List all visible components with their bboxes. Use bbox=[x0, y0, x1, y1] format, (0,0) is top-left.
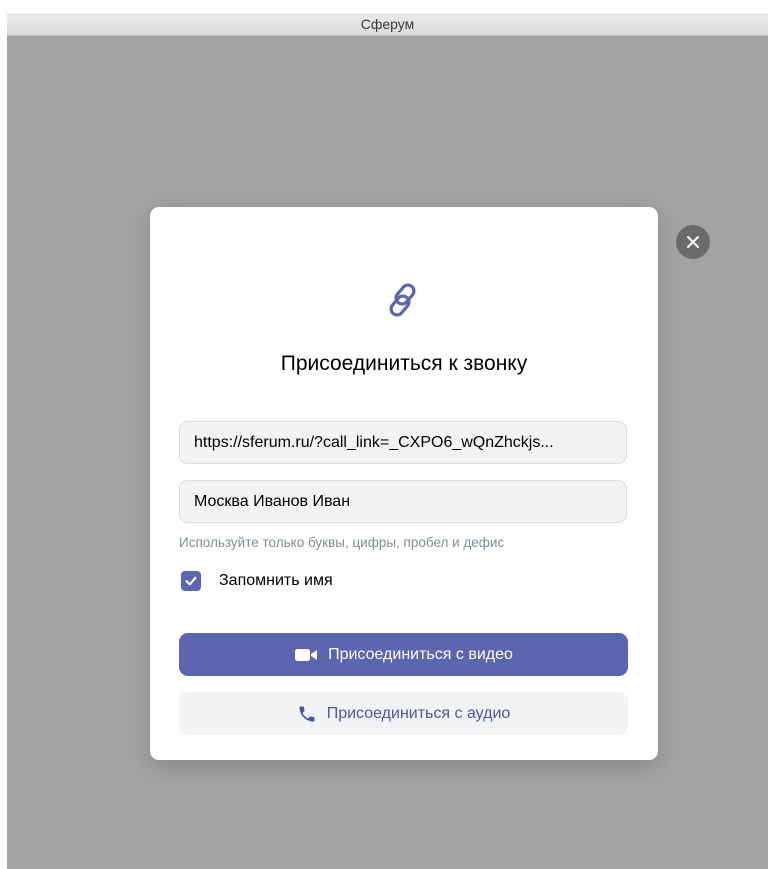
dialog-title: Присоединиться к звонку bbox=[280, 352, 528, 375]
remember-name-checkbox-row[interactable]: Запомнить имя bbox=[181, 571, 333, 591]
window-titlebar: Сферум bbox=[7, 13, 768, 36]
link-icon bbox=[389, 283, 416, 317]
remember-name-checkbox[interactable] bbox=[181, 571, 201, 591]
join-with-video-button[interactable]: Присоединиться с видео bbox=[179, 633, 628, 676]
name-hint: Используйте только буквы, цифры, пробел … bbox=[179, 535, 505, 550]
video-camera-icon bbox=[295, 648, 318, 661]
call-link-input[interactable] bbox=[179, 421, 627, 464]
close-button[interactable] bbox=[676, 225, 710, 259]
close-icon bbox=[687, 236, 699, 248]
app-window: Сферум Присоединиться к звонку Используй… bbox=[7, 13, 768, 869]
display-name-input[interactable] bbox=[179, 480, 627, 523]
checkmark-icon bbox=[185, 576, 197, 586]
join-with-audio-label: Присоединиться с аудио bbox=[326, 704, 511, 722]
window-title: Сферум bbox=[360, 16, 415, 32]
join-with-video-label: Присоединиться с видео bbox=[328, 645, 513, 663]
remember-name-label: Запомнить имя bbox=[219, 572, 333, 589]
join-call-dialog: Присоединиться к звонку Используйте толь… bbox=[150, 207, 658, 760]
phone-icon bbox=[299, 706, 315, 721]
join-with-audio-button[interactable]: Присоединиться с аудио bbox=[179, 692, 628, 735]
